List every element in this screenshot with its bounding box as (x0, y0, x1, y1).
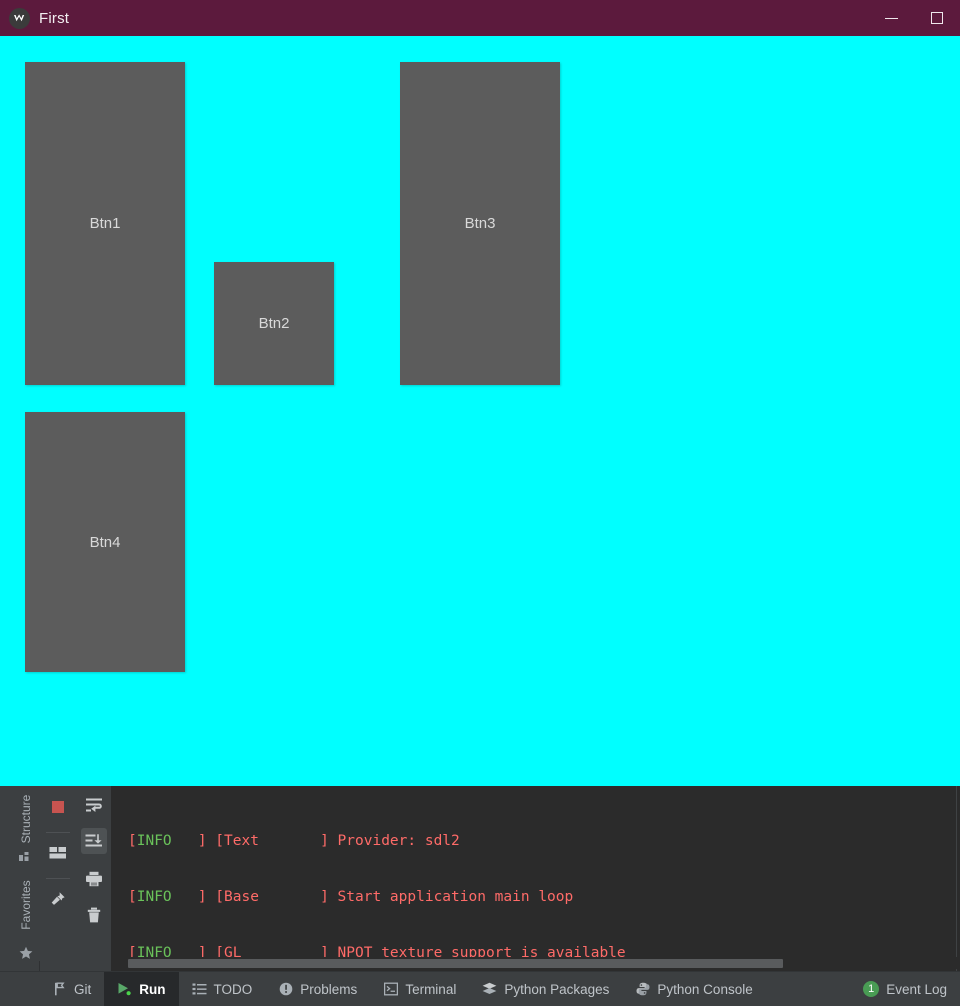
console-right-edge (956, 786, 957, 971)
tab-python-console[interactable]: Python Console (622, 972, 765, 1006)
console-bracket: [ (128, 833, 137, 849)
scroll-to-end-button[interactable] (81, 828, 107, 854)
console-sep2: ] (258, 833, 338, 849)
run-play-icon (117, 982, 132, 997)
tab-todo[interactable]: TODO (179, 972, 266, 1006)
console-level: INFO (136, 833, 172, 849)
stop-button[interactable] (45, 794, 71, 820)
tab-run[interactable]: Run (104, 972, 179, 1006)
kivy-button-btn3[interactable]: Btn3 (400, 62, 560, 385)
tool-window-stripe-left: Structure Favorites (13, 786, 40, 971)
tab-event-log[interactable]: 1 Event Log (850, 972, 960, 1006)
minimize-icon (884, 17, 898, 19)
sidebar-item-favorites[interactable]: Favorites (19, 879, 33, 931)
console-line: [INFO ] [Base ] Start application main l… (128, 883, 626, 911)
structure-icon (19, 848, 33, 862)
app-titlebar: First (0, 0, 960, 36)
tab-label: Run (139, 981, 166, 997)
console-sep: ] [ (171, 889, 225, 905)
scroll-to-end-icon (85, 834, 102, 847)
star-icon (19, 946, 33, 960)
kivy-button-label: Btn3 (464, 215, 496, 232)
kivy-logo-icon (9, 7, 30, 29)
kivy-button-btn2[interactable]: Btn2 (214, 262, 334, 385)
run-console-output[interactable]: [INFO ] [Text ] Provider: sdl2 [INFO ] [… (111, 786, 960, 971)
ide-statusbar: Git Run TODO Problems Terminal Python Pa… (0, 971, 960, 1006)
event-log-badge: 1 (863, 981, 880, 997)
tab-label: Terminal (405, 981, 457, 997)
soft-wrap-button[interactable] (81, 792, 107, 818)
layout-button[interactable] (45, 840, 71, 866)
toolbar-divider (46, 878, 70, 879)
statusbar-spacer (766, 972, 850, 1006)
kivy-button-label: Btn1 (89, 215, 121, 232)
screen-root: First Btn1 Btn2 Btn3 Btn4 Structure Favo… (0, 0, 960, 1006)
kivy-button-btn4[interactable]: Btn4 (25, 412, 185, 672)
maximize-button[interactable] (914, 0, 960, 36)
console-message: Start application main loop (337, 889, 574, 905)
console-sep: ] [ (171, 833, 225, 849)
pin-tab-button[interactable] (45, 886, 71, 912)
console-module: Base (224, 889, 259, 905)
maximize-icon (931, 12, 943, 24)
tab-label: Python Packages (504, 981, 610, 997)
tab-label: Git (74, 981, 92, 997)
console-module: Text (224, 833, 259, 849)
tab-problems[interactable]: Problems (265, 972, 370, 1006)
run-toolbar-secondary (77, 786, 112, 961)
console-hscrollbar-track[interactable] (111, 957, 960, 969)
console-level: INFO (136, 889, 172, 905)
run-toolbar-primary (39, 786, 78, 961)
tab-label: Python Console (657, 981, 753, 997)
run-tool-window: Structure Favorites [INFO] [Text] Prov… (0, 786, 960, 971)
print-button[interactable] (81, 866, 107, 892)
tab-terminal[interactable]: Terminal (370, 972, 469, 1006)
soft-wrap-icon (86, 798, 102, 812)
tab-label: Event Log (886, 981, 947, 997)
statusbar-left-pad (0, 972, 39, 1006)
kivy-button-btn1[interactable]: Btn1 (25, 62, 185, 385)
git-branch-icon (52, 982, 67, 997)
tab-label: Problems (300, 981, 358, 997)
app-title: First (39, 9, 70, 27)
trash-icon (87, 907, 101, 923)
console-sep2: ] (258, 889, 338, 905)
python-icon (635, 982, 650, 997)
console-message: Provider: sdl2 (337, 833, 460, 849)
tab-python-packages[interactable]: Python Packages (469, 972, 622, 1006)
tab-git[interactable]: Git (39, 972, 104, 1006)
minimize-button[interactable] (868, 0, 914, 36)
stop-square-icon (52, 801, 64, 813)
console-hscrollbar-thumb[interactable] (128, 959, 783, 968)
sidebar-item-structure[interactable]: Structure (19, 793, 33, 845)
console-text: [INFO ] [Text ] Provider: sdl2 [INFO ] [… (128, 799, 626, 971)
todo-list-icon (192, 982, 207, 997)
packages-icon (482, 982, 497, 997)
clear-all-button[interactable] (81, 902, 107, 928)
kivy-canvas: Btn1 Btn2 Btn3 Btn4 (0, 36, 960, 786)
console-line: [INFO ] [Text ] Provider: sdl2 (128, 827, 626, 855)
pin-icon (51, 892, 65, 905)
problems-warning-icon (278, 982, 293, 997)
terminal-icon (383, 982, 398, 997)
kivy-button-label: Btn4 (89, 533, 121, 551)
tab-label: TODO (213, 981, 253, 997)
toolbar-divider (46, 832, 70, 833)
kivy-button-label: Btn2 (258, 315, 290, 332)
layout-icon (49, 847, 66, 859)
console-bracket: [ (128, 889, 137, 905)
print-icon (86, 871, 102, 887)
kivy-app-window: First Btn1 Btn2 Btn3 Btn4 (0, 0, 960, 786)
